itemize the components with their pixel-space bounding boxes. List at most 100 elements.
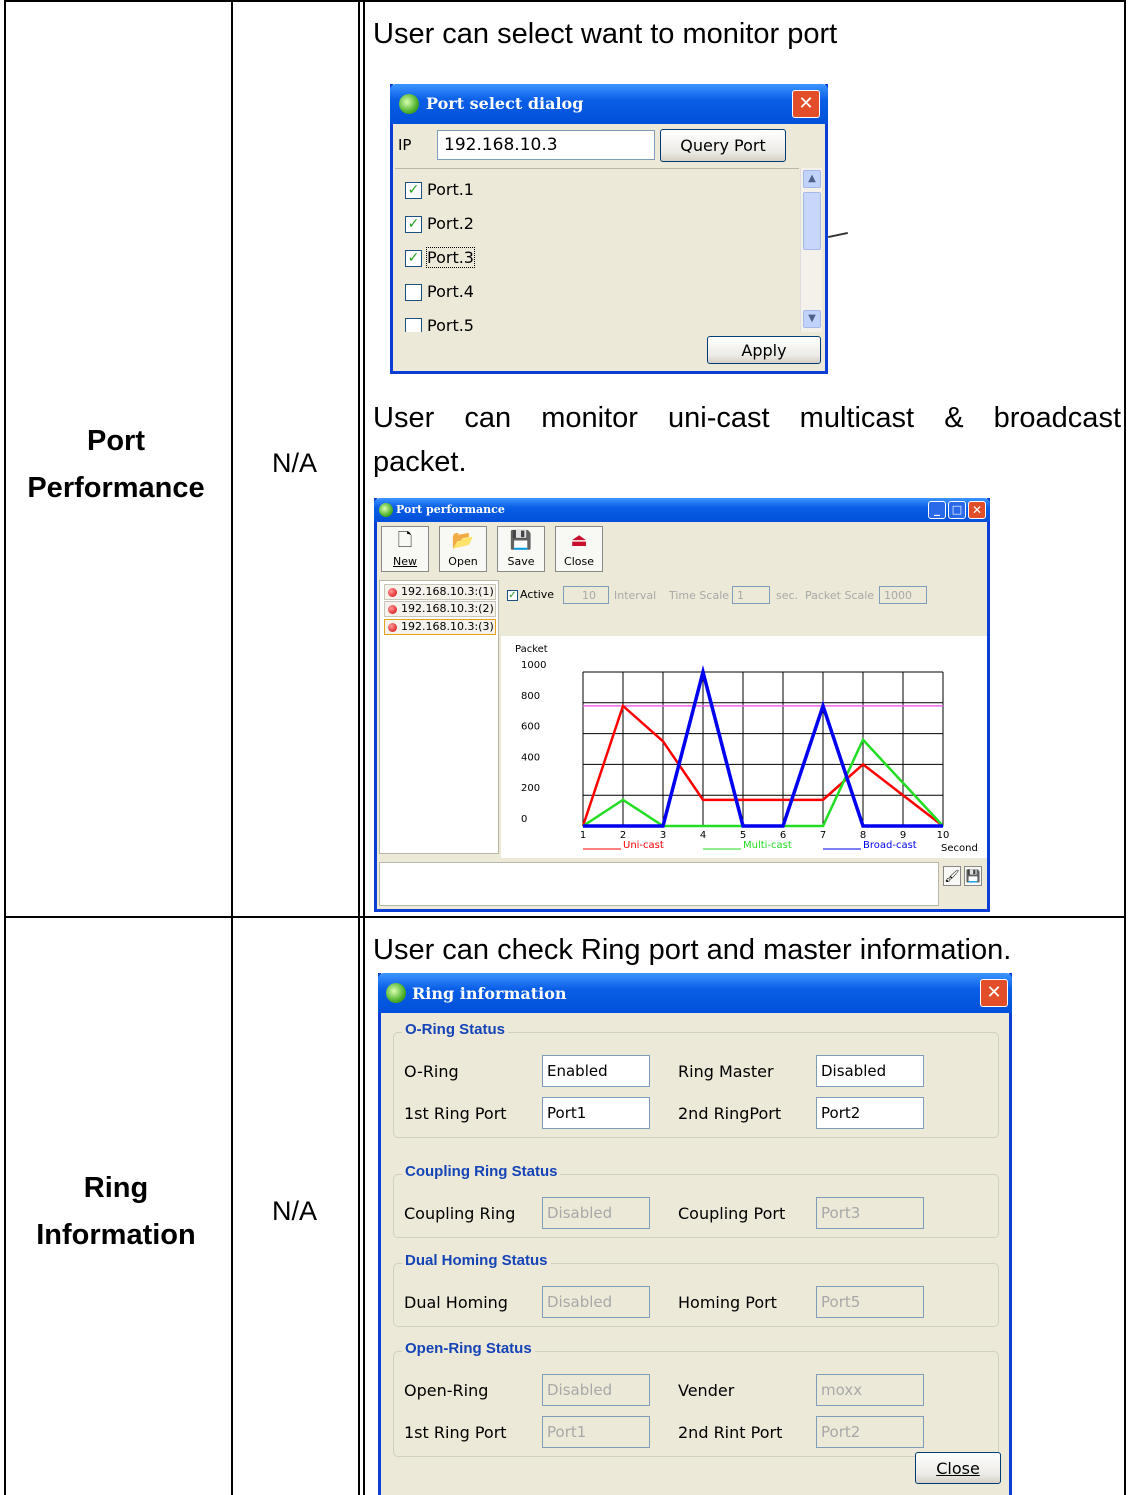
port-label: Port.3 bbox=[426, 247, 475, 268]
app-logo-icon bbox=[379, 503, 393, 517]
table-border-col1 bbox=[231, 0, 233, 1495]
row-title-line2: Performance bbox=[27, 472, 205, 504]
sec-label: sec. bbox=[776, 589, 799, 602]
status-field: Port1 bbox=[542, 1097, 650, 1129]
packet-scale-input[interactable]: 1000 bbox=[879, 586, 927, 604]
data-point bbox=[662, 825, 664, 827]
checked-checkbox-icon[interactable]: ✓ bbox=[405, 216, 422, 233]
field-label: 1st Ring Port bbox=[404, 1104, 507, 1123]
close-icon[interactable]: ✕ bbox=[980, 979, 1008, 1007]
y-tick-label: 600 bbox=[521, 722, 540, 733]
apply-button[interactable]: Apply bbox=[707, 336, 821, 364]
packet-chart: Packet020040060080010001 2 3 4 5 6 7 8 9 10Uni-ca… bbox=[515, 644, 978, 854]
close-button[interactable]: Close bbox=[915, 1452, 1001, 1484]
data-point bbox=[862, 763, 864, 765]
close-button[interactable]: ⏏ Close bbox=[555, 526, 603, 572]
data-point bbox=[822, 825, 824, 827]
field-label: 2nd RingPort bbox=[678, 1104, 782, 1123]
row-title-line1: Port bbox=[87, 425, 145, 457]
y-tick-label: 400 bbox=[521, 752, 540, 763]
time-scale-input[interactable]: 1 bbox=[732, 586, 770, 604]
toolbar: 🗋 New 📂 Open 💾 Save ⏏ Close bbox=[377, 522, 987, 578]
active-checkbox[interactable]: ✓ Active bbox=[507, 588, 554, 601]
group-title: Open-Ring Status bbox=[402, 1340, 535, 1357]
data-point bbox=[902, 794, 904, 796]
data-point bbox=[822, 799, 824, 801]
data-point bbox=[622, 825, 624, 827]
status-field: Disabled bbox=[816, 1055, 924, 1087]
minimize-icon[interactable]: _ bbox=[928, 501, 946, 519]
data-point bbox=[782, 799, 784, 801]
y-axis-label: Packet bbox=[515, 644, 548, 655]
tree-item[interactable]: 192.168.10.3:(2) bbox=[384, 601, 496, 617]
tree-item[interactable]: 192.168.10.3:(3) bbox=[384, 619, 496, 635]
close-label: Close bbox=[564, 555, 594, 568]
ip-input[interactable]: 192.168.10.3 bbox=[437, 130, 655, 160]
settings-bar: ✓ Active 10 Interval Time Scale 1 sec. Pa… bbox=[501, 580, 987, 636]
field-label: 2nd Rint Port bbox=[678, 1423, 783, 1442]
field-label: Homing Port bbox=[678, 1293, 777, 1312]
x-tick-label: 1 bbox=[580, 830, 586, 841]
row-title-line1: Ring bbox=[83, 1172, 149, 1204]
row-default-value: N/A bbox=[271, 448, 317, 478]
close-icon[interactable]: ✕ bbox=[968, 501, 986, 519]
clear-icon[interactable]: 🖌 bbox=[943, 866, 961, 886]
y-tick-label: 1000 bbox=[521, 660, 546, 671]
x-tick-label: 10 bbox=[937, 830, 950, 841]
save-button[interactable]: 💾 Save bbox=[497, 526, 545, 572]
exit-door-icon: ⏏ bbox=[570, 530, 588, 551]
port-checkbox-item[interactable]: ✓ Port.1 bbox=[405, 179, 474, 201]
save-label: Save bbox=[507, 555, 535, 568]
checked-checkbox-icon[interactable]: ✓ bbox=[405, 182, 422, 199]
table-border-right bbox=[1124, 0, 1126, 1495]
port-checkbox-item[interactable]: Port.5 bbox=[405, 315, 474, 332]
query-port-button[interactable]: Query Port bbox=[660, 129, 786, 162]
data-point bbox=[862, 739, 864, 741]
port-checkbox-item[interactable]: Port.4 bbox=[405, 281, 474, 303]
field-label: O-Ring bbox=[404, 1062, 459, 1081]
data-point bbox=[582, 825, 584, 827]
field-label: Vender bbox=[678, 1381, 735, 1400]
data-point bbox=[742, 825, 744, 827]
scroll-down-icon[interactable]: ▼ bbox=[803, 310, 821, 328]
status-field: moxx bbox=[816, 1374, 924, 1406]
unchecked-checkbox-icon[interactable] bbox=[405, 284, 422, 301]
field-label: Coupling Port bbox=[678, 1204, 786, 1223]
host-tree: 192.168.10.3:(1) 192.168.10.3:(2) 192.16… bbox=[379, 580, 499, 854]
new-button[interactable]: 🗋 New bbox=[381, 526, 429, 572]
save-log-icon[interactable]: 💾 bbox=[964, 866, 982, 886]
new-file-icon: 🗋 bbox=[397, 530, 413, 551]
open-button[interactable]: 📂 Open bbox=[439, 526, 487, 572]
legend-label: Broad-cast bbox=[863, 840, 917, 851]
data-point bbox=[902, 782, 904, 784]
scroll-up-icon[interactable]: ▲ bbox=[803, 170, 821, 188]
group-title: Coupling Ring Status bbox=[402, 1163, 561, 1180]
field-label: Coupling Ring bbox=[404, 1204, 516, 1223]
data-point bbox=[702, 799, 704, 801]
chart-panel: Packet 0 200 400 600 800 1000 1 2 3 4 5 6 7 8 9 10 Uni-ca… bbox=[501, 636, 987, 858]
port-checkbox-item[interactable]: ✓ Port.2 bbox=[405, 213, 474, 235]
status-field: Enabled bbox=[542, 1055, 650, 1087]
checked-checkbox-icon[interactable]: ✓ bbox=[405, 250, 422, 267]
folder-icon: 📂 bbox=[451, 530, 475, 551]
row-default-value: N/A bbox=[271, 1196, 317, 1226]
status-field: Port2 bbox=[816, 1416, 924, 1448]
port-list-scrollbar[interactable]: ▲ ▼ bbox=[800, 168, 822, 332]
status-bar bbox=[379, 862, 939, 906]
scroll-thumb[interactable] bbox=[803, 192, 821, 250]
y-tick-label: 800 bbox=[521, 691, 540, 702]
data-point bbox=[942, 825, 944, 827]
row-title-line2: Information bbox=[36, 1219, 196, 1251]
unchecked-checkbox-icon[interactable] bbox=[405, 318, 422, 332]
interval-spinner[interactable]: 10 bbox=[563, 586, 609, 604]
data-point bbox=[622, 705, 624, 707]
close-icon[interactable]: ✕ bbox=[792, 90, 820, 118]
y-tick-label: 0 bbox=[521, 814, 527, 825]
port-checkbox-item[interactable]: ✓ Port.3 bbox=[405, 247, 475, 269]
row-title-ring-information: Ring Information bbox=[6, 1165, 226, 1259]
status-field: Disabled bbox=[542, 1374, 650, 1406]
tree-item[interactable]: 192.168.10.3:(1) bbox=[384, 584, 496, 600]
status-field: Port2 bbox=[816, 1097, 924, 1129]
maximize-icon[interactable]: □ bbox=[948, 501, 966, 519]
dialog-titlebar: Port select dialog ✕ bbox=[390, 84, 828, 124]
